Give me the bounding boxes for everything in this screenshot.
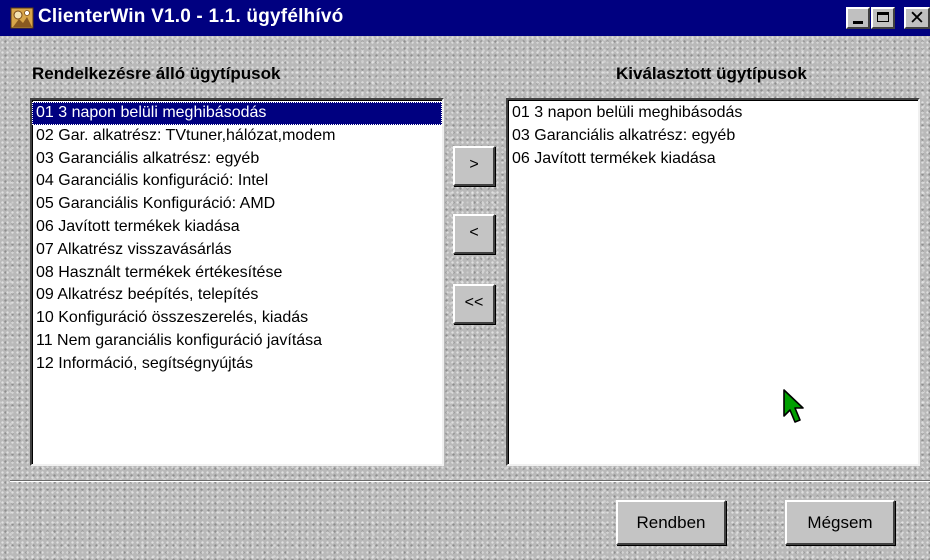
clienterwin-window: ClienterWin V1.0 - 1.1. ügyfélhívó ✕ Ren… [0,0,930,560]
maximize-button[interactable] [871,7,895,29]
selected-type-item[interactable]: 01 3 napon belüli meghibásodás [508,102,918,125]
clienterwin-app-icon[interactable] [10,7,34,29]
remove-all-button[interactable]: << [453,284,495,324]
available-type-item[interactable]: 03 Garanciális alkatrész: egyéb [32,148,442,171]
available-type-item[interactable]: 07 Alkatrész visszavásárlás [32,239,442,262]
ok-button[interactable]: Rendben [616,500,726,545]
available-type-item[interactable]: 11 Nem garanciális konfiguráció javítása [32,330,442,353]
available-type-item[interactable]: 10 Konfiguráció összeszerelés, kiadás [32,307,442,330]
available-type-item[interactable]: 08 Használt termékek értékesítése [32,262,442,285]
window-title: ClienterWin V1.0 - 1.1. ügyfélhívó [38,6,344,27]
available-type-item[interactable]: 02 Gar. alkatrész: TVtuner,hálózat,modem [32,125,442,148]
close-button[interactable]: ✕ [904,7,930,29]
available-types-listbox[interactable]: 01 3 napon belüli meghibásodás 02 Gar. al… [30,98,444,466]
available-type-item[interactable]: 09 Alkatrész beépítés, telepítés [32,284,442,307]
available-type-item[interactable]: 12 Információ, segítségnyújtás [32,353,442,376]
divider [10,480,930,482]
minimize-button[interactable] [846,7,870,29]
selected-type-item[interactable]: 03 Garanciális alkatrész: egyéb [508,125,918,148]
available-type-item[interactable]: 05 Garanciális Konfiguráció: AMD [32,193,442,216]
add-selected-button[interactable]: > [453,146,495,186]
available-type-item[interactable]: 06 Javított termékek kiadása [32,216,442,239]
selected-type-item[interactable]: 06 Javított termékek kiadása [508,148,918,171]
available-type-item[interactable]: 04 Garanciális konfiguráció: Intel [32,170,442,193]
selected-types-heading: Kiválasztott ügytípusok [616,64,807,83]
available-type-item[interactable]: 01 3 napon belüli meghibásodás [32,102,442,125]
selected-types-listbox[interactable]: 01 3 napon belüli meghibásodás 03 Garanci… [506,98,920,466]
cancel-button[interactable]: Mégsem [785,500,895,545]
mouse-pointer-icon [783,389,804,423]
close-icon: ✕ [909,7,925,29]
available-types-heading: Rendelkezésre álló ügytípusok [32,64,281,83]
title-bar[interactable]: ClienterWin V1.0 - 1.1. ügyfélhívó ✕ [0,0,930,36]
minimize-icon [853,21,863,24]
maximize-icon [877,12,889,22]
remove-selected-button[interactable]: < [453,214,495,254]
